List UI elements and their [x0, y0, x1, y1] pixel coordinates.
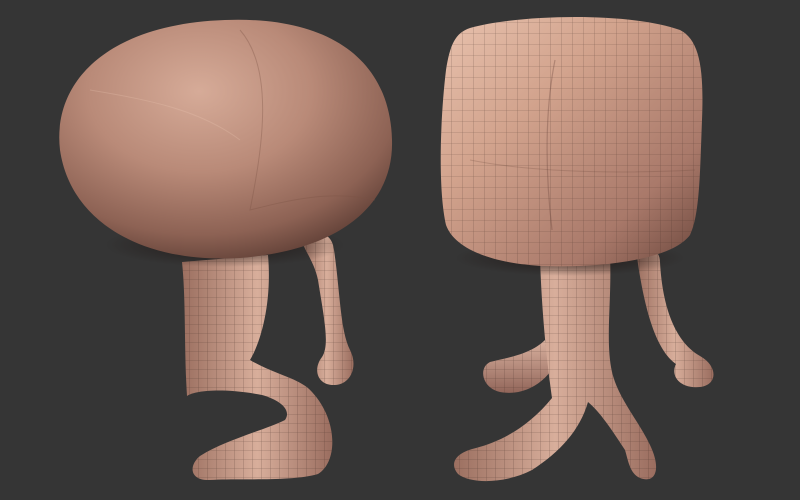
scene-canvas — [59, 17, 714, 482]
left-model-front-leg — [182, 255, 333, 481]
box-head-model[interactable] — [440, 17, 714, 482]
left-model-head — [59, 19, 393, 259]
right-model-side-foot — [483, 340, 550, 393]
3d-viewport[interactable] — [0, 0, 800, 500]
round-head-model[interactable] — [59, 19, 393, 481]
